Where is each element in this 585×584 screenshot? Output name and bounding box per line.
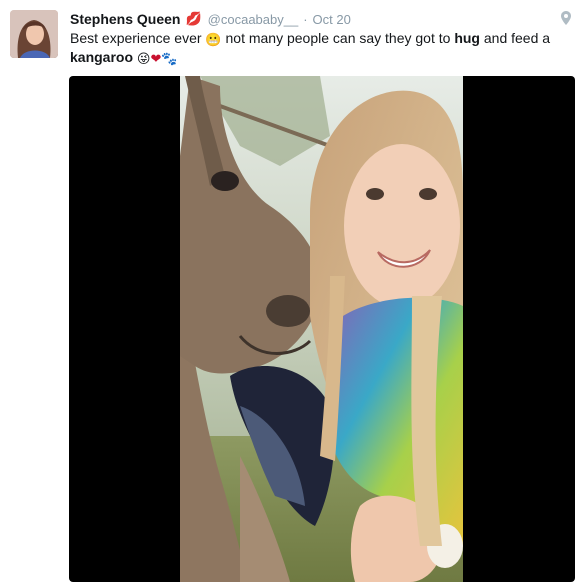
heart-emoji: ❤ <box>150 51 162 66</box>
tweet-text-bold-kangaroo: kangaroo <box>70 49 134 65</box>
tweet-text: Best experience ever 😬 not many people c… <box>70 29 570 67</box>
tweet-text-part1: Best experience ever <box>70 30 202 46</box>
author-name[interactable]: Stephens Queen <box>70 11 180 27</box>
author-handle[interactable]: @cocaababy__ <box>208 12 299 27</box>
tweet-card: Stephens Queen 💋 @cocaababy__ · Oct 20 B… <box>0 0 585 584</box>
meta-separator: · <box>303 11 308 27</box>
tweet-text-part2: not many people can say they got to <box>225 30 451 46</box>
kangaroo-selfie-image <box>180 76 463 582</box>
avatar-photo <box>10 10 58 58</box>
tweet-text-part3: and feed a <box>483 30 551 46</box>
winking-tongue-emoji: 😜 <box>136 51 151 66</box>
location-pin-icon[interactable] <box>561 11 571 25</box>
user-avatar[interactable] <box>10 10 58 58</box>
tweet-text-bold-hug: hug <box>454 30 480 46</box>
tweet-header: Stephens Queen 💋 @cocaababy__ · Oct 20 <box>70 10 351 28</box>
tweet-date[interactable]: Oct 20 <box>313 12 351 27</box>
grimacing-emoji: 😬 <box>205 32 222 47</box>
paw-prints-emoji: 🐾 <box>161 51 178 66</box>
tweet-media-video[interactable] <box>69 76 575 582</box>
lips-emoji: 💋 <box>185 11 202 26</box>
